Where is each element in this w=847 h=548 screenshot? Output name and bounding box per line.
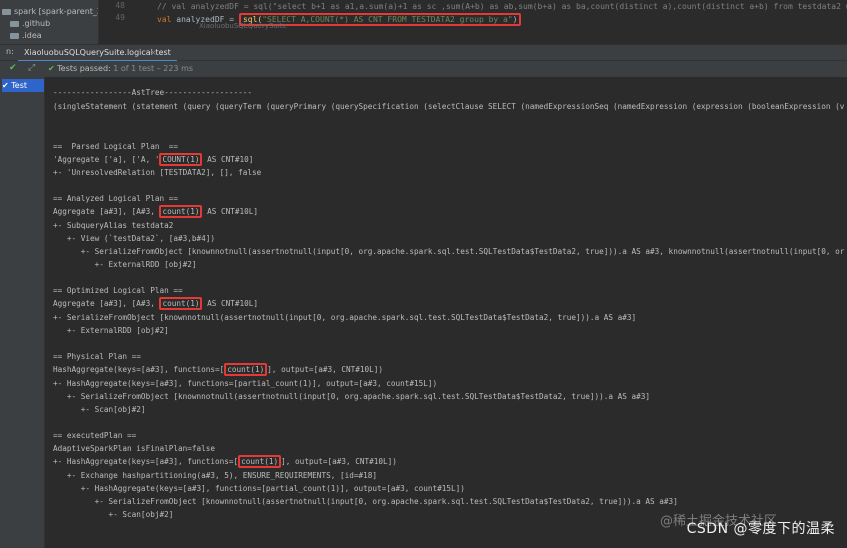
line-number: 48 (115, 1, 125, 10)
analyzed-plan-header: == Analyzed Logical Plan == (53, 194, 178, 203)
parsed-plan-header: == Parsed Logical Plan == (53, 142, 178, 151)
test-tree-item[interactable]: ✔ Test (2, 79, 44, 92)
count-highlight-box: count(1) (159, 205, 203, 218)
run-label: n: (6, 47, 14, 56)
console-line: AdaptiveSparkPlan isFinalPlan=false (53, 444, 215, 453)
expand-icon[interactable]: ⤢ (28, 63, 35, 73)
close-tab-icon[interactable]: × (150, 45, 157, 60)
code-comment-line: // val analyzedDF = sql("select b+1 as a… (157, 2, 847, 11)
console-line: (singleStatement (statement (query (quer… (53, 102, 845, 111)
sql-close-paren: ) (512, 15, 518, 24)
count-highlight-box: COUNT(1) (159, 153, 203, 166)
console-line: +- ExternalRDD [obj#2] (53, 260, 197, 269)
console-line: +- Scan[obj#2] (53, 510, 174, 519)
count-highlight-box: count(1) (159, 297, 203, 310)
sql-string: "SELECT A,COUNT(*) AS CNT FROM TESTDATA2… (262, 15, 513, 24)
console-line: Aggregate [a#3], [A#3, count(1) AS CNT#1… (53, 205, 259, 218)
console-line: +- SerializeFromObject [knownnotnull(ass… (53, 313, 637, 322)
console-line: -----------------AstTree----------------… (53, 88, 253, 97)
watermark: CSDN @零度下的温柔 (686, 521, 835, 537)
code-editor[interactable]: 48 49 // val analyzedDF = sql("select b+… (99, 0, 847, 33)
project-item-label: .github (22, 19, 51, 28)
text-segment: AS CNT#10L] (202, 299, 259, 308)
project-root-label: spark [spark-parent_2 (14, 7, 98, 16)
console-line: +- HashAggregate(keys=[a#3], functions=[… (53, 484, 465, 493)
test-status-bar: ✔ ⤢ ✔ Tests passed: 1 of 1 test – 223 ms (0, 61, 847, 77)
folder-icon (2, 8, 11, 15)
project-item-label: .idea (22, 31, 42, 40)
console-line: +- Exchange hashpartitioning(a#3, 5), EN… (53, 471, 377, 480)
check-icon[interactable]: ✔ (9, 63, 17, 73)
console-line: 'Aggregate ['a], ['A, ' COUNT(1) AS CNT#1… (53, 153, 254, 166)
tests-passed-label: Tests passed: (57, 64, 111, 73)
text-segment: 'Aggregate ['a], ['A, ' (53, 155, 160, 164)
line-gutter: 48 49 (99, 0, 129, 33)
optimized-plan-header: == Optimized Logical Plan == (53, 286, 183, 295)
folder-icon (10, 20, 19, 27)
count-highlight-box: count(1) (238, 455, 282, 468)
run-tab-bar: n: XiaoluobuSQLQuerySuite.logical test × (0, 44, 847, 62)
console-line: +- SubqueryAlias testdata2 (53, 221, 174, 230)
status-check-icon: ✔ (48, 64, 55, 73)
text-segment: ], output=[a#3, CNT#10L]) (267, 365, 383, 374)
console-line: +- SerializeFromObject [knownnotnull(ass… (53, 497, 678, 506)
console-line: +- SerializeFromObject [knownnotnull(ass… (53, 247, 845, 256)
text-segment: AS CNT#10] (202, 155, 254, 164)
test-tree-panel: ✔ Test (0, 77, 45, 548)
console-line: +- 'UnresolvedRelation [TESTDATA2], [], … (53, 168, 262, 177)
console-output[interactable]: -----------------AstTree----------------… (45, 77, 847, 548)
test-status: ✔ Tests passed: 1 of 1 test – 223 ms (48, 64, 193, 73)
folder-icon (10, 32, 19, 39)
keyword-val: val (157, 15, 172, 24)
text-segment: AS CNT#10L] (202, 207, 259, 216)
line-number: 49 (115, 13, 125, 22)
executed-plan-header: == executedPlan == (53, 431, 137, 440)
text-segment: ], output=[a#3, CNT#10L]) (281, 457, 397, 466)
text-segment: HashAggregate(keys=[a#3], functions=[ (53, 365, 225, 374)
project-item-github[interactable]: .github (0, 18, 106, 30)
console-line: +- Scan[obj#2] (53, 405, 146, 414)
project-pane: spark [spark-parent_2 .github .idea (0, 0, 99, 44)
breadcrumb[interactable]: XiaoluobuSQLQuerySuite (199, 22, 287, 30)
console-line: +- SerializeFromObject [knownnotnull(ass… (53, 392, 651, 401)
project-root-item[interactable]: spark [spark-parent_2 (0, 6, 98, 18)
count-highlight-box: count(1) (224, 363, 268, 376)
tests-detail: 1 of 1 test – 223 ms (113, 64, 194, 73)
project-item-idea[interactable]: .idea (0, 30, 106, 42)
text-segment: +- HashAggregate(keys=[a#3], functions=[ (53, 457, 239, 466)
physical-plan-header: == Physical Plan == (53, 352, 141, 361)
console-line: +- HashAggregate(keys=[a#3], functions=[… (53, 379, 438, 388)
text-segment: Aggregate [a#3], [A#3, (53, 299, 160, 308)
console-line: HashAggregate(keys=[a#3], functions=[cou… (53, 363, 383, 376)
console-line: +- HashAggregate(keys=[a#3], functions=[… (53, 455, 397, 468)
console-line: +- View (`testData2`, [a#3,b#4]) (53, 234, 215, 243)
console-line: Aggregate [a#3], [A#3, count(1) AS CNT#1… (53, 297, 259, 310)
text-segment: Aggregate [a#3], [A#3, (53, 207, 160, 216)
console-line: +- ExternalRDD [obj#2] (53, 326, 169, 335)
